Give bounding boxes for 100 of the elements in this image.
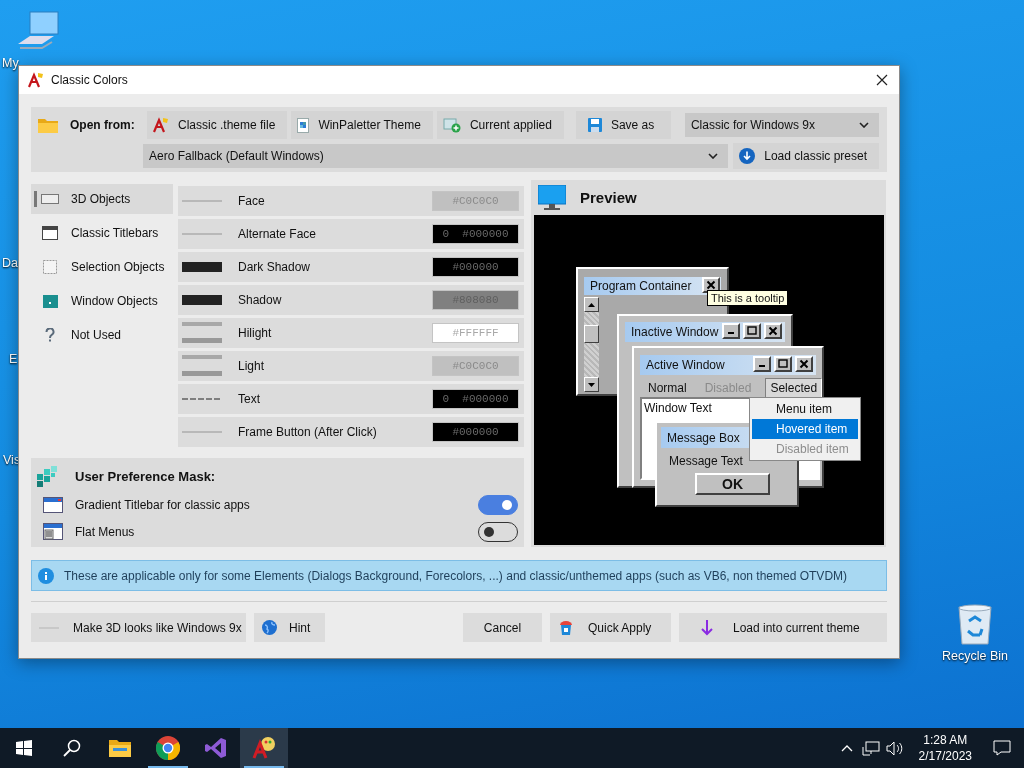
open-from-label: Open from:	[70, 118, 135, 132]
window-text: Window Text	[644, 401, 712, 415]
load-preset-button[interactable]: Load classic preset	[733, 143, 879, 169]
category-item[interactable]: 3D Objects	[31, 184, 173, 214]
preference-label: Flat Menus	[75, 524, 136, 539]
bar-icon	[182, 295, 222, 305]
color-name: Hilight	[238, 326, 273, 340]
load-theme-button[interactable]: Load into current theme	[679, 613, 887, 642]
double-bar-icon	[182, 355, 222, 377]
category-item[interactable]: Classic Titlebars	[31, 218, 173, 248]
notification-icon	[993, 740, 1011, 756]
quick-apply-button[interactable]: Quick Apply	[550, 613, 671, 642]
line-icon	[182, 430, 222, 434]
color-name: Text	[238, 392, 261, 406]
window-title: Message Box	[667, 430, 740, 445]
color-name: Frame Button (After Click)	[238, 425, 378, 439]
info-icon	[38, 567, 54, 584]
hint-button[interactable]: Hint	[254, 613, 325, 642]
window-title: Active Window	[646, 358, 725, 372]
open-source-button[interactable]: WinPaletter Theme	[291, 111, 433, 139]
monitor-icon	[538, 184, 566, 211]
dotted-square-icon	[43, 260, 57, 274]
close-icon	[768, 326, 778, 336]
menu-item[interactable]: Menu item	[752, 399, 858, 419]
maximize-icon	[778, 359, 788, 369]
window-icon	[43, 496, 63, 513]
scroll-thumb	[584, 325, 599, 343]
caret-icon	[708, 153, 719, 159]
windows-logo-icon	[16, 740, 32, 756]
desktop-icon-label[interactable]: Recycle Bin	[942, 649, 1008, 663]
line-icon	[182, 232, 222, 236]
color-swatch[interactable]: 0 #000000	[432, 389, 519, 409]
menu-item[interactable]: Hovered item	[752, 419, 858, 439]
menu-bar-item[interactable]: Selected	[765, 378, 823, 398]
preview-title: Preview	[580, 189, 637, 206]
clock-date: 2/17/2023	[918, 748, 972, 764]
down-arrow-icon	[588, 382, 595, 387]
line-icon	[182, 199, 222, 203]
speaker-icon	[885, 740, 904, 756]
globe-icon	[262, 620, 277, 635]
save-as-button[interactable]: Save as	[575, 111, 671, 139]
window-icon	[42, 294, 58, 308]
ok-button[interactable]: OK	[695, 473, 770, 495]
double-bar-icon	[182, 322, 222, 344]
folder-icon	[109, 739, 131, 757]
rectangle-icon	[41, 194, 59, 204]
preference-label: Gradient Titlebar for classic apps	[75, 497, 251, 512]
studio-icon	[205, 737, 227, 759]
color-swatch[interactable]: #000000	[432, 422, 519, 442]
menu-bar-item[interactable]: Normal	[644, 379, 691, 397]
format-dropdown[interactable]: Classic for Windows 9x	[684, 113, 879, 137]
color-swatch[interactable]: #000000	[432, 257, 519, 277]
save-icon	[587, 118, 602, 132]
color-name: Dark Shadow	[238, 260, 312, 274]
clock-time: 1:28 AM	[923, 732, 968, 748]
window-title: Program Container	[590, 279, 692, 293]
category-item[interactable]: Window Objects	[31, 286, 173, 316]
bar-icon	[182, 262, 222, 272]
window-icon	[42, 226, 58, 240]
category-item[interactable]: Not Used	[31, 320, 173, 350]
window-title: Inactive Window	[631, 325, 719, 339]
browser-icon	[156, 736, 180, 760]
close-icon	[706, 280, 716, 290]
color-swatch[interactable]: 0 #000000	[432, 224, 519, 244]
up-arrow-icon	[588, 302, 595, 307]
caret-icon	[859, 122, 869, 128]
app-logo-icon	[28, 72, 44, 88]
network-icon	[861, 740, 880, 756]
preset-dropdown[interactable]: Aero Fallback (Default Windows)	[143, 144, 729, 168]
document-icon	[297, 117, 310, 133]
toggle-switch[interactable]	[478, 494, 518, 515]
maximize-icon	[747, 326, 757, 336]
folder-icon	[38, 117, 58, 133]
question-icon	[45, 328, 55, 342]
make-9x-button[interactable]: Make 3D looks like Windows 9x	[31, 613, 246, 642]
recycle-bin-icon	[955, 603, 995, 645]
message-text: Message Text	[669, 454, 743, 468]
open-source-button[interactable]: Current applied	[436, 111, 564, 139]
open-source-button[interactable]: Classic .theme file	[147, 111, 288, 139]
app-logo-icon	[153, 117, 169, 133]
category-item[interactable]: Selection Objects	[31, 252, 173, 282]
close-icon	[799, 359, 809, 369]
search-icon	[63, 739, 81, 757]
taskbar-app-button[interactable]	[240, 728, 288, 768]
tooltip: This is a tooltip	[707, 290, 789, 306]
download-icon	[739, 148, 756, 164]
cancel-button[interactable]: Cancel	[463, 613, 542, 642]
color-name: Shadow	[238, 293, 283, 307]
down-arrow-icon	[701, 619, 713, 636]
info-message: These are applicable only for some Elements (Dialogs Background, Forecolors, ...) and classic/unthemed apps (such as VB6, non themed OTVDM)	[64, 568, 848, 583]
chevron-up-icon	[840, 744, 853, 752]
image-add-icon	[442, 117, 461, 133]
dashed-line-icon	[182, 397, 222, 401]
window-title: Classic Colors	[51, 73, 129, 87]
menu-window-icon	[43, 523, 63, 540]
clock[interactable]: 1:28 AM 2/17/2023	[910, 732, 980, 764]
paint-bucket-icon	[558, 619, 574, 636]
section-title: User Preference Mask:	[75, 469, 217, 484]
app-logo-icon	[252, 737, 276, 759]
close-icon	[876, 74, 888, 86]
